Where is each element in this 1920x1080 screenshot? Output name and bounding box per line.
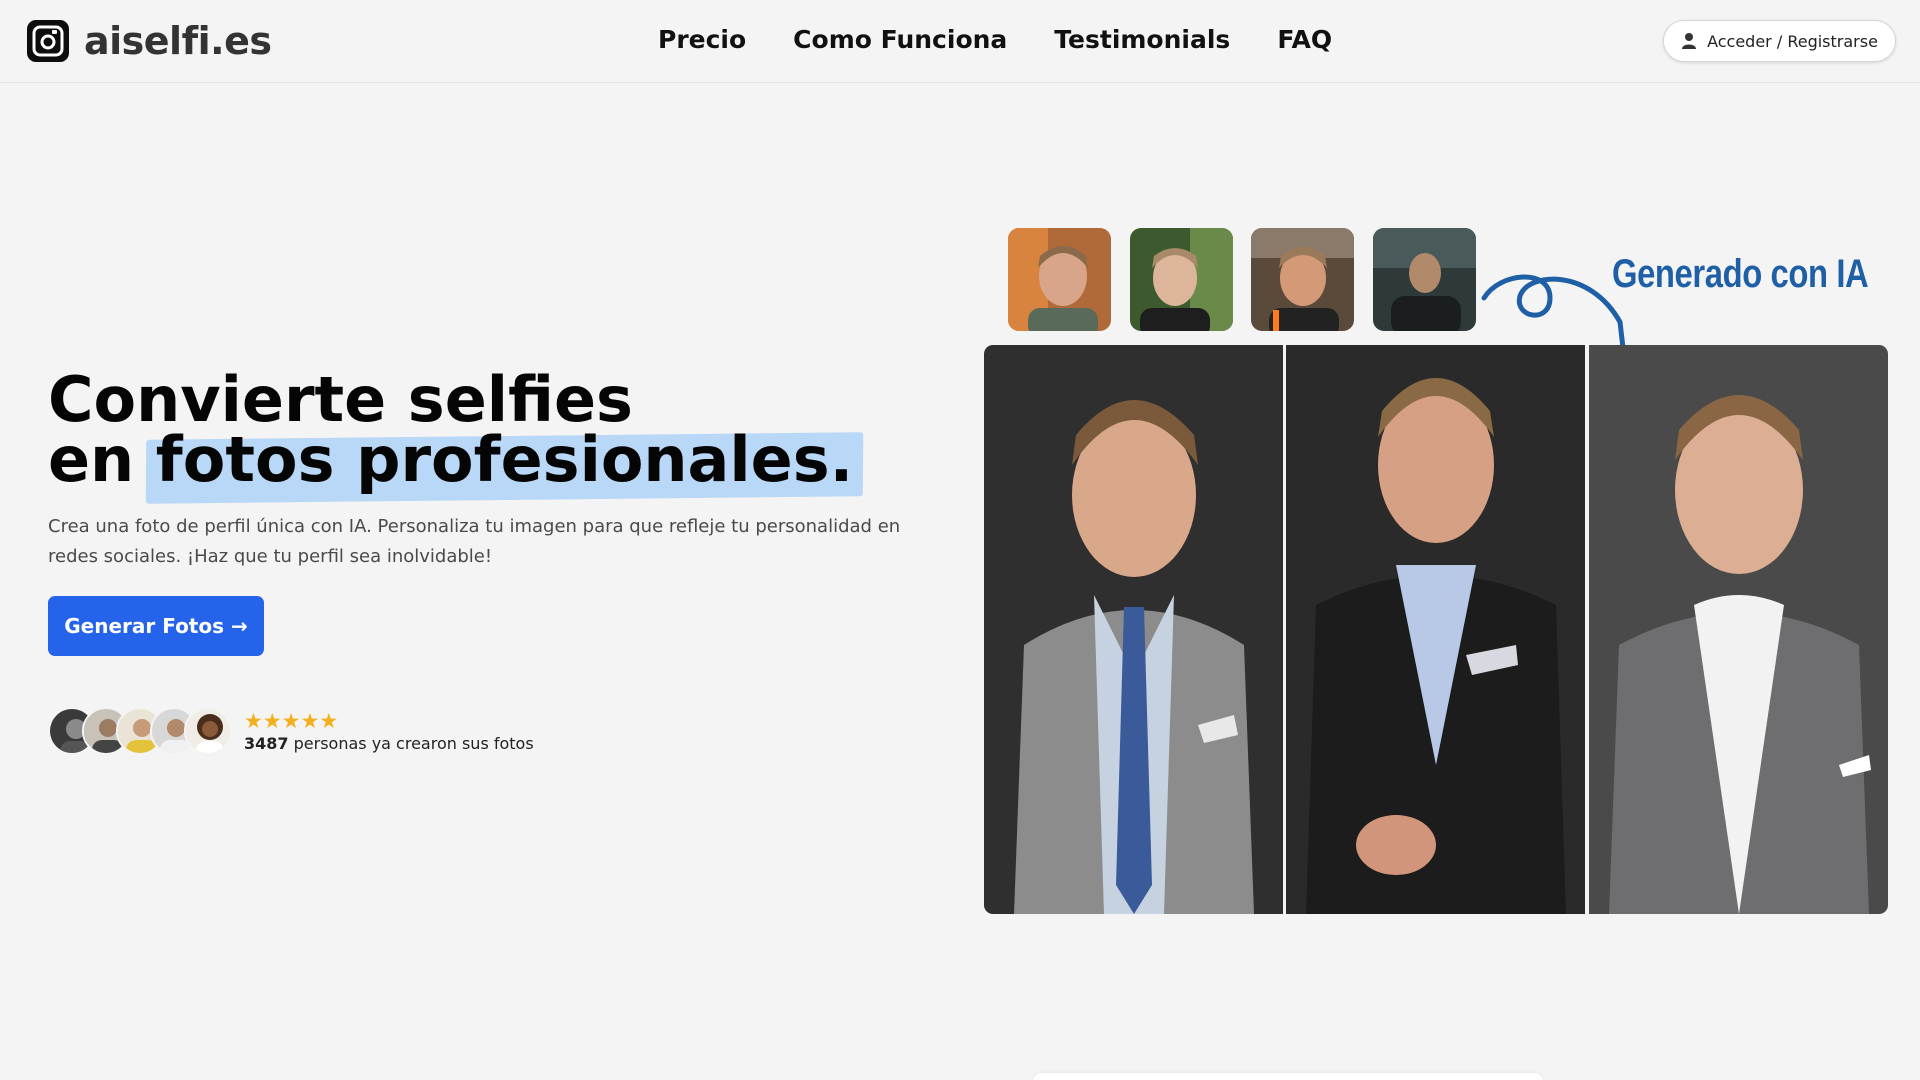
brand-name: aiselfi.es [84,19,272,63]
hero-subtext: Crea una foto de perfil única con IA. Pe… [48,516,901,567]
star-icon: ★ [262,708,282,733]
avatar [184,707,232,755]
nav-link-precio[interactable]: Precio [658,22,746,58]
rating-summary: ★ ★ ★ ★ ★ 3487 personas ya crearon sus f… [244,710,534,753]
headline-prefix: en [48,423,135,496]
users-count-text: personas ya crearon sus fotos [288,733,534,753]
generate-photos-button[interactable]: Generar Fotos → [48,596,264,656]
users-count: 3487 [244,733,289,753]
users-count-line: 3487 personas ya crearon sus fotos [244,734,534,753]
headline-line-1: Convierte selfies [48,363,633,436]
brand-logo-link[interactable]: aiselfi.es [27,19,272,63]
top-navigation-bar: aiselfi.es Precio Como Funciona Testimon… [0,0,1920,83]
nav-link-como-funciona[interactable]: Como Funciona [793,22,1007,58]
star-icon: ★ [300,708,320,733]
star-icon: ★ [244,708,263,733]
star-icon: ★ [281,708,301,733]
hero-headline: Convierte selfies en fotos profesionales… [48,363,864,504]
camera-refresh-icon [27,20,69,62]
generated-with-ai-label: Generado con IA [1612,252,1869,296]
headline-highlight-text: fotos profesionales. [155,423,854,496]
social-proof: ★ ★ ★ ★ ★ 3487 personas ya crearon sus f… [48,707,534,755]
selfie-thumbnail [1251,228,1354,331]
nav-link-faq[interactable]: FAQ [1277,22,1332,58]
selfie-thumbnail [1373,228,1476,331]
user-icon [1681,32,1697,50]
selfie-thumbnail [1130,228,1233,331]
generated-portrait [1589,345,1888,914]
login-register-label: Acceder / Registrarse [1707,31,1878,51]
selfie-thumbnail [1008,228,1111,331]
next-section-card [1033,1073,1543,1080]
generated-portrait [984,345,1283,914]
generated-portrait [1286,345,1585,914]
rating-stars: ★ ★ ★ ★ ★ [244,710,534,732]
star-icon: ★ [319,708,339,733]
main-nav: Precio Como Funciona Testimonials FAQ [658,22,1379,58]
user-avatars [48,707,232,755]
headline-highlight: fotos profesionales. [145,429,864,504]
nav-link-testimonials[interactable]: Testimonials [1054,22,1230,58]
login-register-button[interactable]: Acceder / Registrarse [1663,20,1896,62]
headline-line-2: en fotos profesionales. [48,429,864,504]
